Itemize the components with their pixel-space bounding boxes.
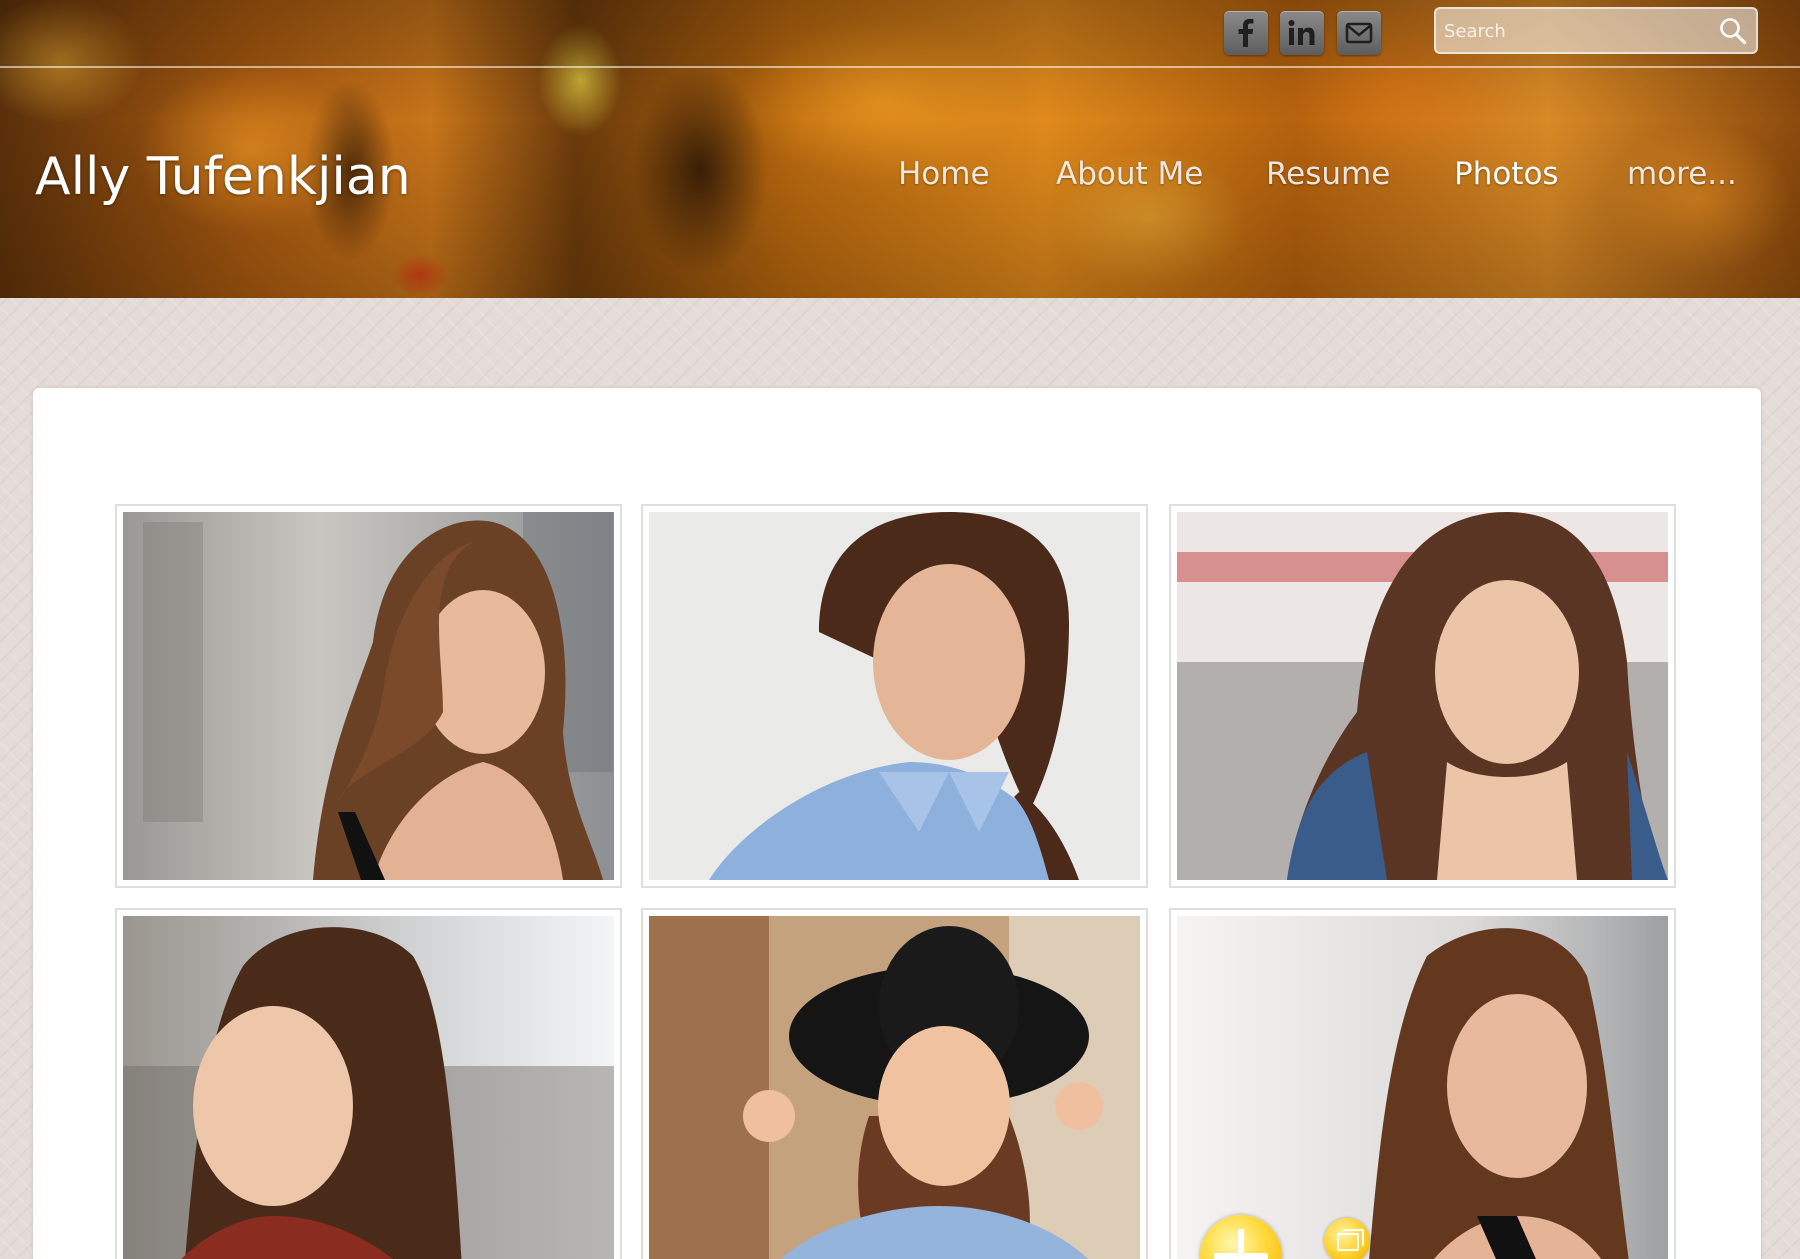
nav-more[interactable]: more...	[1627, 154, 1737, 194]
gallery-icon[interactable]	[1324, 1218, 1370, 1259]
photo-image	[123, 916, 614, 1259]
facebook-icon	[1233, 18, 1259, 48]
nav-photos[interactable]: Photos	[1454, 154, 1559, 194]
photo-image	[1177, 916, 1668, 1259]
photo-image	[123, 512, 614, 880]
nav-resume[interactable]: Resume	[1266, 154, 1390, 194]
main-nav: Home About Me Resume Photos more...	[0, 154, 1800, 194]
nav-home[interactable]: Home	[898, 154, 990, 194]
linkedin-icon	[1287, 19, 1317, 47]
photo-thumbnail[interactable]	[115, 908, 622, 1259]
email-button[interactable]	[1337, 11, 1381, 55]
facebook-button[interactable]	[1224, 11, 1268, 55]
photo-thumbnail[interactable]	[641, 504, 1148, 888]
nav-about-me[interactable]: About Me	[1056, 154, 1203, 194]
top-bar-divider	[0, 66, 1800, 68]
photo-image	[649, 916, 1140, 1259]
photo-thumbnail[interactable]	[115, 504, 622, 888]
linkedin-button[interactable]	[1280, 11, 1324, 55]
photo-thumbnail[interactable]	[1169, 504, 1676, 888]
photo-image	[1177, 512, 1668, 880]
mail-icon	[1345, 22, 1373, 44]
photo-image	[649, 512, 1140, 880]
search-input[interactable]	[1442, 15, 1706, 48]
photo-thumbnail[interactable]	[1169, 908, 1676, 1259]
search-icon[interactable]	[1718, 16, 1748, 46]
search-box	[1434, 7, 1758, 54]
photo-thumbnail[interactable]	[641, 908, 1148, 1259]
